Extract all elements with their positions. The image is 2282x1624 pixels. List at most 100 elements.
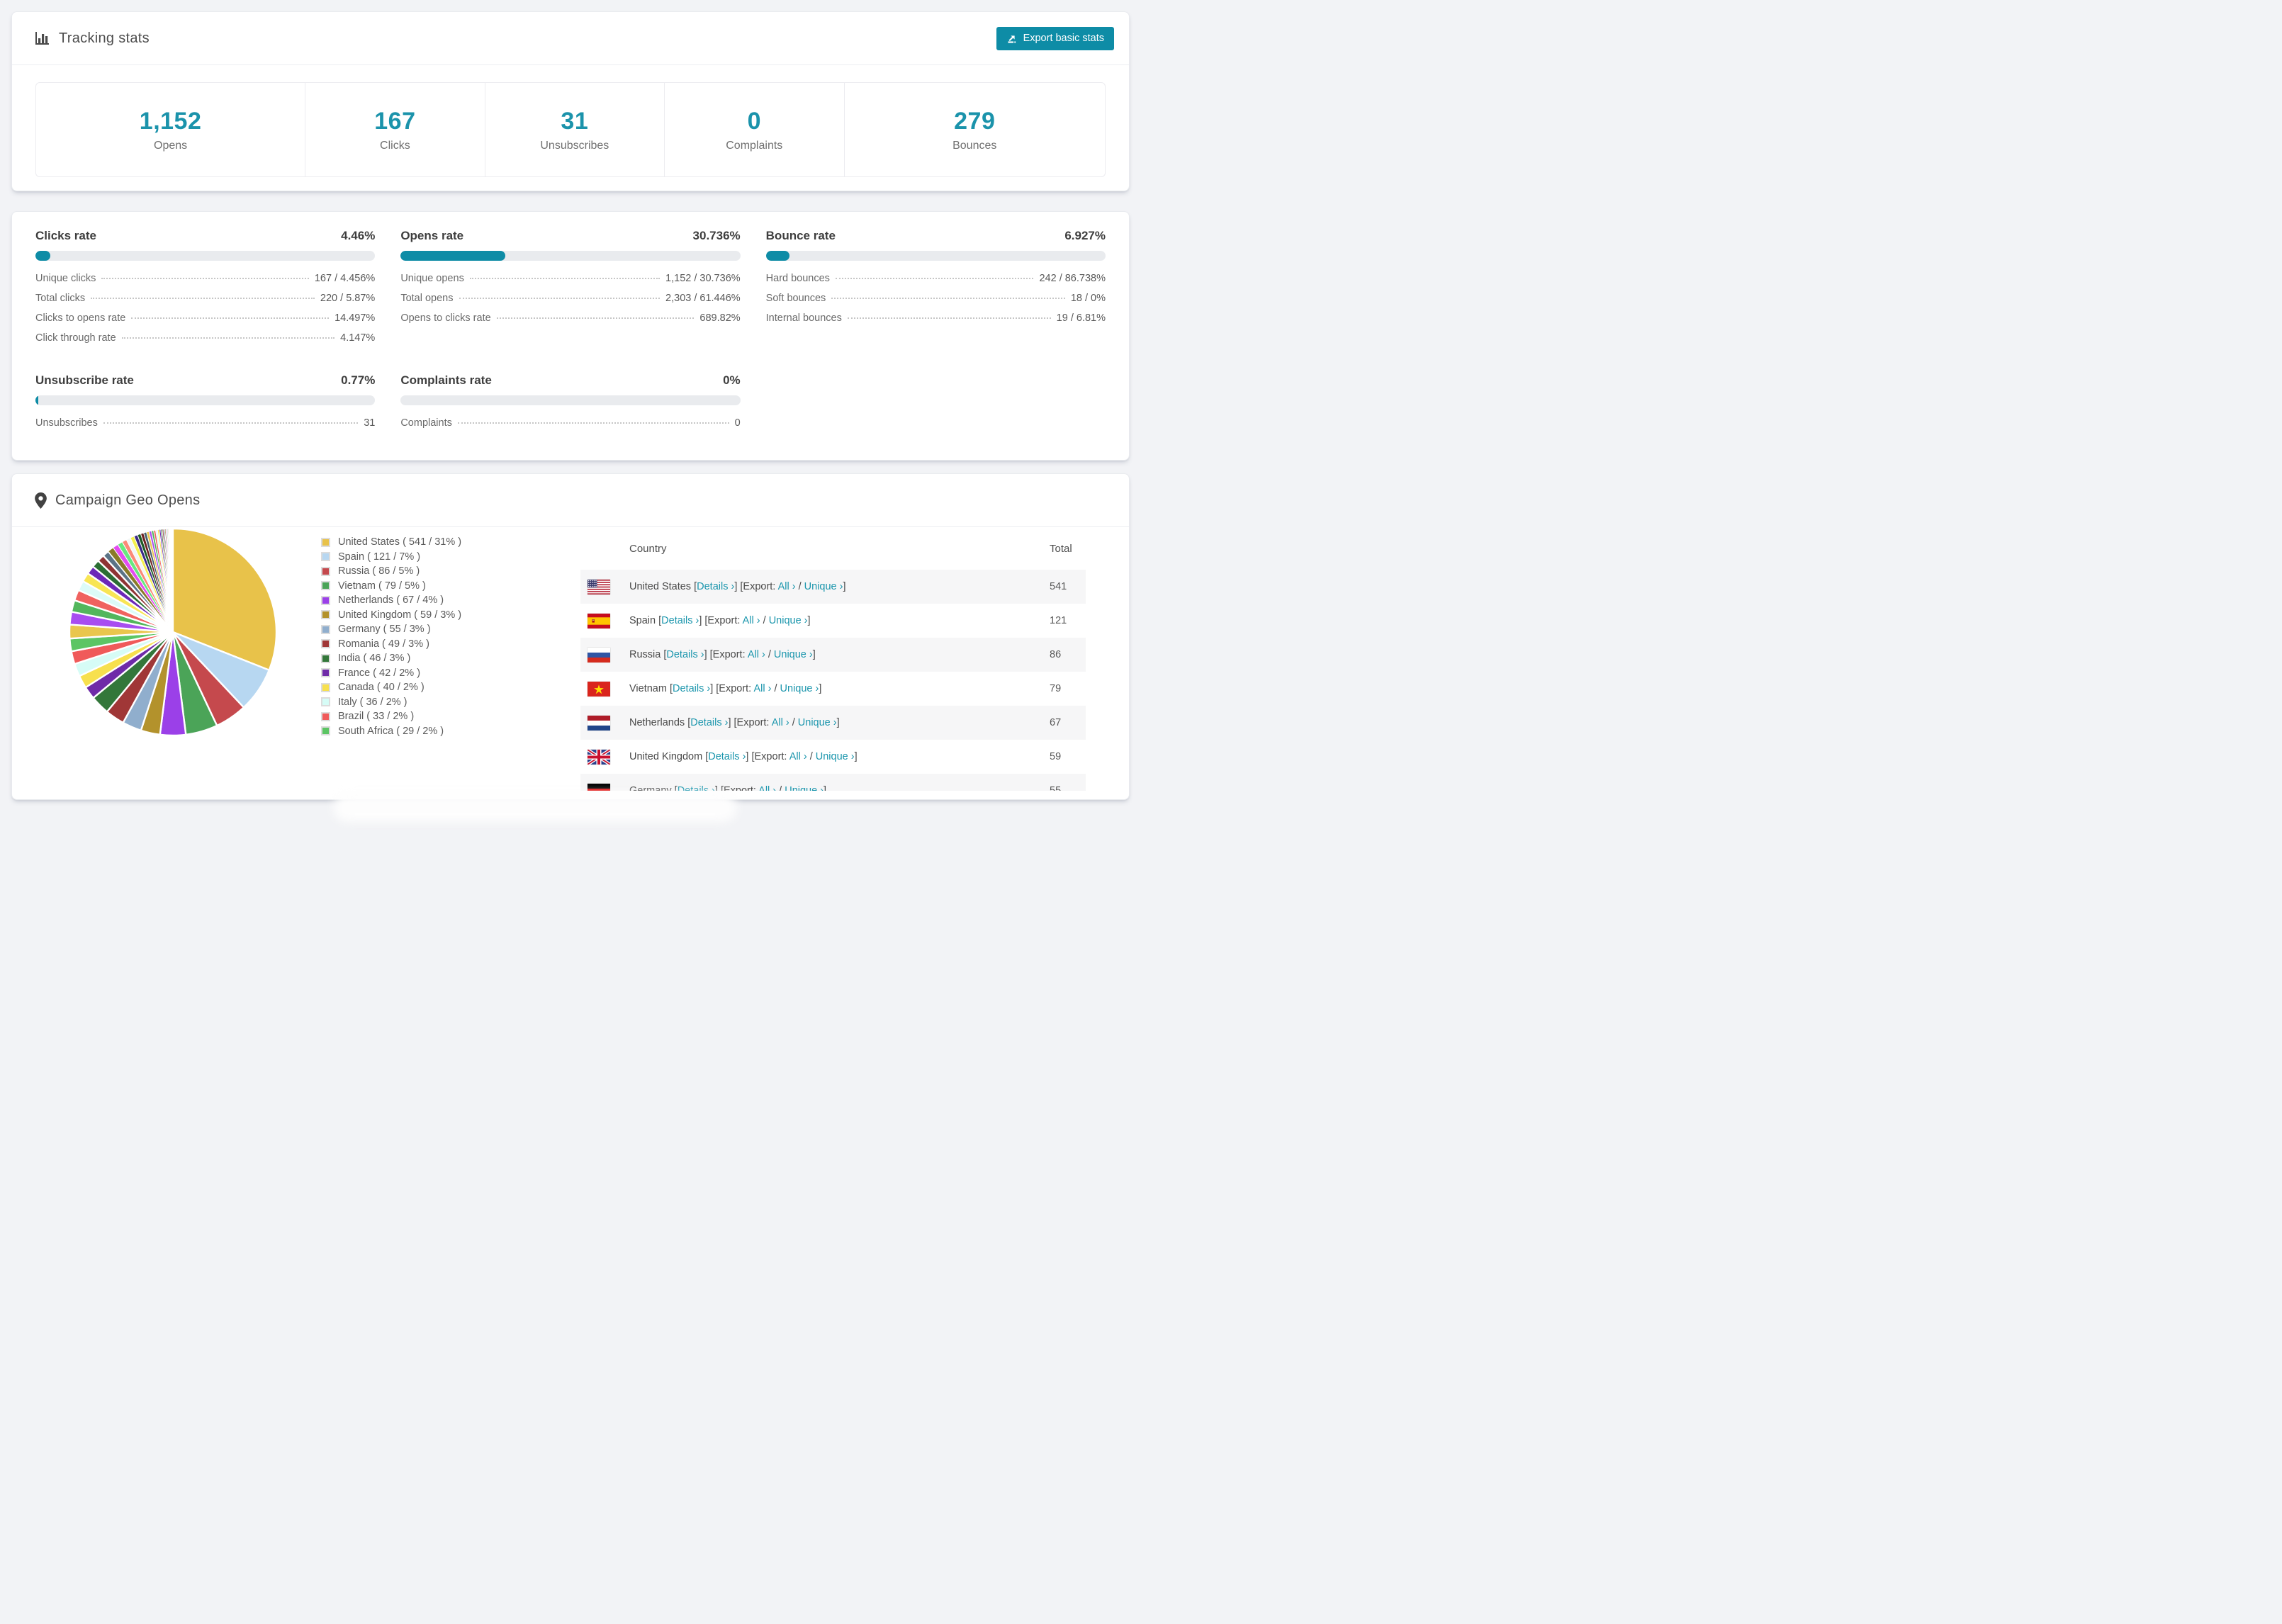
summary-label: Opens [154, 139, 188, 152]
summary-stats: 1,152 Opens 167 Clicks 31 Unsubscribes 0… [35, 82, 1106, 177]
legend-label: France ( 42 / 2% ) [338, 667, 421, 679]
export-all-link[interactable]: All › [743, 615, 760, 626]
legend-swatch [321, 581, 330, 591]
legend-item-undefined[interactable]: Brazil ( 33 / 2% ) [321, 709, 461, 724]
rate-detail-row: Clicks to opens rate 14.497% [35, 312, 375, 332]
rate-detail-label: Opens to clicks rate [400, 312, 491, 324]
country-total: 79 [1050, 683, 1062, 694]
details-link[interactable]: Details › [690, 717, 728, 728]
rate-detail-row: Hard bounces 242 / 86.738% [766, 273, 1106, 293]
legend-item-undefined[interactable]: Romania ( 49 / 3% ) [321, 637, 461, 652]
bracket-end: ] [819, 683, 822, 694]
rate-title: Unsubscribe rate [35, 373, 134, 387]
export-all-link[interactable]: All › [778, 581, 796, 592]
legend-item-undefined[interactable]: Italy ( 36 / 2% ) [321, 695, 461, 710]
export-unique-link[interactable]: Unique › [769, 615, 808, 626]
export-unique-link[interactable]: Unique › [804, 581, 843, 592]
legend-label: United States ( 541 / 31% ) [338, 536, 462, 548]
flag-nl [588, 715, 610, 731]
details-link[interactable]: Details › [697, 581, 734, 592]
export-prefix: [Export: [709, 649, 748, 660]
bracket-end: ] [836, 717, 840, 728]
country-cell: United Kingdom [Details ›] [Export: All … [629, 751, 1050, 762]
summary-value: 31 [561, 107, 589, 135]
rate-detail-value: 1,152 / 30.736% [665, 273, 741, 284]
legend-item-nl[interactable]: Netherlands ( 67 / 4% ) [321, 593, 461, 608]
page-title: Tracking stats [59, 30, 150, 46]
legend-label: United Kingdom ( 59 / 3% ) [338, 609, 462, 621]
legend-item-undefined[interactable]: Canada ( 40 / 2% ) [321, 680, 461, 695]
legend-item-undefined[interactable]: France ( 42 / 2% ) [321, 666, 461, 681]
geo-table-row-ru: Russia [Details ›] [Export: All › / Uniq… [580, 638, 1086, 672]
tracking-stats-card: Tracking stats Export basic stats 1,152 … [11, 11, 1130, 191]
bracket-close: ] [728, 717, 734, 728]
rate-value: 30.736% [692, 229, 741, 242]
geo-legend: United States ( 541 / 31% ) Spain ( 121 … [321, 535, 461, 738]
column-header-country: Country [629, 542, 667, 555]
link-separator: / [795, 581, 804, 592]
geo-table-row-vn: Vietnam [Details ›] [Export: All › / Uni… [580, 672, 1086, 706]
legend-item-undefined[interactable]: South Africa ( 29 / 2% ) [321, 724, 461, 739]
rate-block-bounce-rate: Bounce rate 6.927% Hard bounces 242 / 86… [765, 229, 1106, 352]
export-unique-link[interactable]: Unique › [798, 717, 837, 728]
dotted-leader [847, 317, 1051, 319]
export-all-link[interactable]: All › [789, 751, 807, 762]
details-link[interactable]: Details › [678, 785, 715, 791]
rate-detail-row: Soft bounces 18 / 0% [766, 293, 1106, 312]
rate-value: 4.46% [341, 229, 376, 242]
export-unique-link[interactable]: Unique › [780, 683, 819, 694]
summary-cell-opens: 1,152 Opens [36, 83, 306, 176]
geo-table-row-gb: United Kingdom [Details ›] [Export: All … [580, 740, 1086, 774]
legend-swatch [321, 653, 330, 663]
legend-item-es[interactable]: Spain ( 121 / 7% ) [321, 550, 461, 565]
export-all-link[interactable]: All › [748, 649, 765, 660]
details-link[interactable]: Details › [666, 649, 704, 660]
rate-title: Complaints rate [400, 373, 492, 387]
legend-item-undefined[interactable]: India ( 46 / 3% ) [321, 651, 461, 666]
export-unique-link[interactable]: Unique › [774, 649, 813, 660]
rate-detail-label: Total clicks [35, 293, 86, 304]
progress-track [35, 395, 376, 405]
bracket-end: ] [854, 751, 858, 762]
legend-item-gb[interactable]: United Kingdom ( 59 / 3% ) [321, 608, 461, 623]
country-total: 121 [1050, 615, 1067, 626]
legend-swatch [321, 610, 330, 620]
bracket-close: ] [704, 649, 710, 660]
export-all-link[interactable]: All › [753, 683, 771, 694]
legend-label: India ( 46 / 3% ) [338, 653, 411, 665]
legend-label: Russia ( 86 / 5% ) [338, 565, 420, 577]
legend-item-us[interactable]: United States ( 541 / 31% ) [321, 535, 461, 550]
geo-table-header: Country Total [580, 527, 1086, 570]
link-separator: / [776, 785, 785, 791]
country-total: 541 [1050, 581, 1067, 592]
progress-fill [765, 251, 789, 261]
rate-title-row: Bounce rate 6.927% [766, 229, 1106, 243]
details-link[interactable]: Details › [673, 683, 710, 694]
rate-rows: Unsubscribes 31 [35, 417, 375, 437]
link-separator: / [765, 649, 774, 660]
legend-item-de[interactable]: Germany ( 55 / 3% ) [321, 622, 461, 637]
export-unique-link[interactable]: Unique › [785, 785, 824, 791]
export-basic-stats-button[interactable]: Export basic stats [996, 26, 1114, 50]
export-all-link[interactable]: All › [758, 785, 776, 791]
legend-item-vn[interactable]: Vietnam ( 79 / 5% ) [321, 579, 461, 594]
details-link[interactable]: Details › [661, 615, 699, 626]
export-all-link[interactable]: All › [772, 717, 789, 728]
progress-track [35, 251, 376, 261]
bracket-end: ] [812, 649, 816, 660]
rate-detail-value: 19 / 6.81% [1056, 312, 1106, 324]
legend-swatch [321, 537, 330, 547]
rate-value: 0.77% [341, 373, 376, 387]
export-unique-link[interactable]: Unique › [816, 751, 855, 762]
dotted-leader [131, 317, 330, 319]
bracket-open: [ [671, 785, 678, 791]
rate-detail-value: 689.82% [699, 312, 741, 324]
column-header-total: Total [1050, 542, 1072, 555]
dotted-leader [459, 298, 661, 299]
legend-swatch [321, 726, 330, 736]
link-separator: / [806, 751, 816, 762]
legend-swatch [321, 639, 330, 649]
country-total: 67 [1050, 717, 1062, 728]
legend-item-ru[interactable]: Russia ( 86 / 5% ) [321, 564, 461, 579]
details-link[interactable]: Details › [708, 751, 746, 762]
